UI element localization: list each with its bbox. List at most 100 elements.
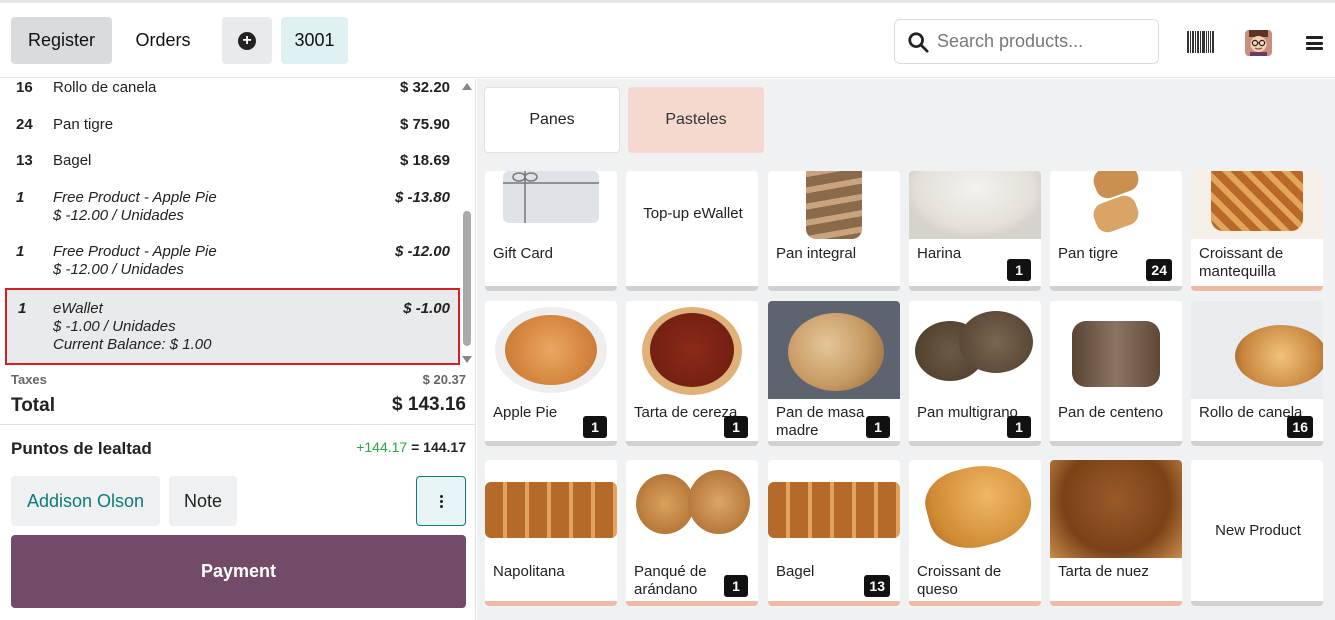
category-bar — [1050, 286, 1182, 291]
user-avatar[interactable] — [1245, 30, 1272, 56]
loyalty-added: +144.17 — [356, 439, 408, 455]
product-image — [1050, 171, 1182, 239]
product-image — [626, 301, 758, 399]
line-unit-price: $ -12.00 / Unidades — [53, 207, 184, 224]
line-product-name: Rollo de canela — [53, 79, 157, 96]
line-price: $ -12.00 — [394, 243, 450, 260]
product-image — [909, 460, 1041, 558]
new-order-button[interactable]: + — [222, 17, 272, 64]
product-card-harina[interactable]: Harina 1 — [909, 171, 1041, 291]
vertical-dots-icon — [439, 494, 443, 508]
product-card-panque-arandano[interactable]: Panqué de arándano 1 — [626, 460, 758, 606]
product-card-topup-ewallet[interactable]: Top-up eWallet — [626, 171, 758, 291]
category-bar — [626, 441, 758, 446]
product-image — [1191, 171, 1323, 239]
order-line-selected[interactable]: 1 eWallet $ -1.00 $ -1.00 / Unidades Cur… — [5, 288, 460, 365]
product-card-tarta-nuez[interactable]: Tarta de nuez — [1050, 460, 1182, 606]
plus-circle-icon: + — [238, 31, 256, 50]
product-name: Croissant de queso — [917, 563, 1002, 598]
product-qty-badge: 13 — [864, 575, 890, 597]
category-bar — [485, 441, 617, 446]
orders-button[interactable]: Orders — [122, 17, 204, 64]
product-name: Napolitana — [493, 563, 565, 580]
barcode-icon[interactable] — [1187, 31, 1215, 53]
category-bar — [485, 286, 617, 291]
category-bar — [1191, 441, 1323, 446]
order-panel: 16 Rollo de canela $ 32.20 24 Pan tigre … — [0, 79, 476, 620]
loyalty-points: Puntos de lealtad +144.17 = 144.17 — [0, 424, 476, 472]
line-price: $ 75.90 — [399, 116, 450, 133]
note-button[interactable]: Note — [169, 476, 237, 526]
product-image — [1191, 301, 1323, 399]
product-card-pan-centeno[interactable]: Pan de centeno — [1050, 301, 1182, 446]
order-line-reward[interactable]: 1 Free Product - Apple Pie $ -13.80 $ -1… — [0, 189, 460, 229]
product-card-bagel[interactable]: Bagel 13 — [768, 460, 900, 606]
line-price: $ -1.00 — [403, 300, 450, 317]
product-card-tarta-cereza[interactable]: Tarta de cereza 1 — [626, 301, 758, 446]
category-panes[interactable]: Panes — [484, 87, 620, 153]
search-input[interactable] — [937, 31, 1147, 52]
hamburger-menu-icon[interactable] — [1306, 36, 1323, 50]
line-qty: 24 — [16, 116, 33, 133]
category-bar — [909, 601, 1041, 606]
product-image — [485, 301, 617, 399]
total-value: $ 143.16 — [392, 394, 466, 415]
more-actions-button[interactable] — [416, 476, 466, 526]
product-card-rollo-canela[interactable]: Rollo de canela 16 — [1191, 301, 1323, 446]
loyalty-equals: = — [411, 439, 420, 455]
order-line-reward[interactable]: 1 Free Product - Apple Pie $ -12.00 $ -1… — [0, 243, 460, 283]
taxes-value: $ 20.37 — [422, 372, 466, 387]
product-card-napolitana[interactable]: Napolitana — [485, 460, 617, 606]
line-price: $ 32.20 — [399, 79, 450, 96]
scroll-thumb[interactable] — [463, 211, 471, 346]
line-qty: 1 — [18, 300, 27, 317]
customer-button[interactable]: Addison Olson — [11, 476, 160, 526]
line-unit-price: $ -12.00 / Unidades — [53, 261, 184, 278]
order-lines-list: 16 Rollo de canela $ 32.20 24 Pan tigre … — [0, 79, 476, 367]
line-qty: 1 — [16, 189, 25, 206]
line-product-name: Free Product - Apple Pie — [53, 243, 217, 260]
product-card-apple-pie[interactable]: Apple Pie 1 — [485, 301, 617, 446]
product-image — [485, 171, 617, 239]
line-unit-price: $ -1.00 / Unidades — [53, 318, 176, 335]
line-product-name: Bagel — [53, 152, 92, 169]
line-price: $ 18.69 — [399, 152, 450, 169]
search-bar[interactable] — [894, 19, 1159, 64]
product-card-gift-card[interactable]: Gift Card — [485, 171, 617, 291]
category-bar — [768, 286, 900, 291]
category-bar — [626, 601, 758, 606]
register-button[interactable]: Register — [11, 17, 112, 64]
category-bar — [909, 441, 1041, 446]
product-card-pan-masa-madre[interactable]: Pan de masa madre 1 — [768, 301, 900, 446]
product-name: Pan integral — [776, 245, 857, 262]
order-scrollbar[interactable] — [462, 83, 472, 363]
order-tab[interactable]: 3001 — [281, 17, 348, 64]
product-card-new-product[interactable]: New Product — [1191, 460, 1323, 606]
category-bar — [1050, 601, 1182, 606]
category-bar — [485, 601, 617, 606]
loyalty-points-value: +144.17 = 144.17 — [356, 439, 466, 455]
product-card-pan-tigre[interactable]: Pan tigre 24 — [1050, 171, 1182, 291]
line-price: $ -13.80 — [394, 189, 450, 206]
product-name: Gift Card — [493, 245, 554, 262]
product-name: New Product — [1215, 522, 1301, 539]
scroll-down-arrow-icon[interactable] — [462, 356, 472, 363]
product-card-croissant-mantequilla[interactable]: Croissant de mantequilla — [1191, 171, 1323, 291]
category-bar — [1191, 601, 1323, 606]
line-qty: 16 — [16, 79, 33, 96]
search-icon — [908, 31, 929, 53]
product-card-pan-multigrano[interactable]: Pan multigrano 1 — [909, 301, 1041, 446]
product-qty-badge: 1 — [1007, 416, 1031, 438]
product-image — [1050, 301, 1182, 399]
product-qty-badge: 1 — [1007, 259, 1031, 281]
product-card-pan-integral[interactable]: Pan integral — [768, 171, 900, 291]
product-card-croissant-queso[interactable]: Croissant de queso — [909, 460, 1041, 606]
category-pasteles[interactable]: Pasteles — [628, 87, 764, 153]
product-name: Pan de centeno — [1058, 404, 1164, 421]
payment-button[interactable]: Payment — [11, 535, 466, 608]
scroll-up-arrow-icon[interactable] — [462, 83, 472, 90]
product-qty-badge: 1 — [866, 416, 890, 438]
total-label: Total — [11, 395, 55, 416]
category-bar — [626, 286, 758, 291]
line-qty: 13 — [16, 152, 33, 169]
